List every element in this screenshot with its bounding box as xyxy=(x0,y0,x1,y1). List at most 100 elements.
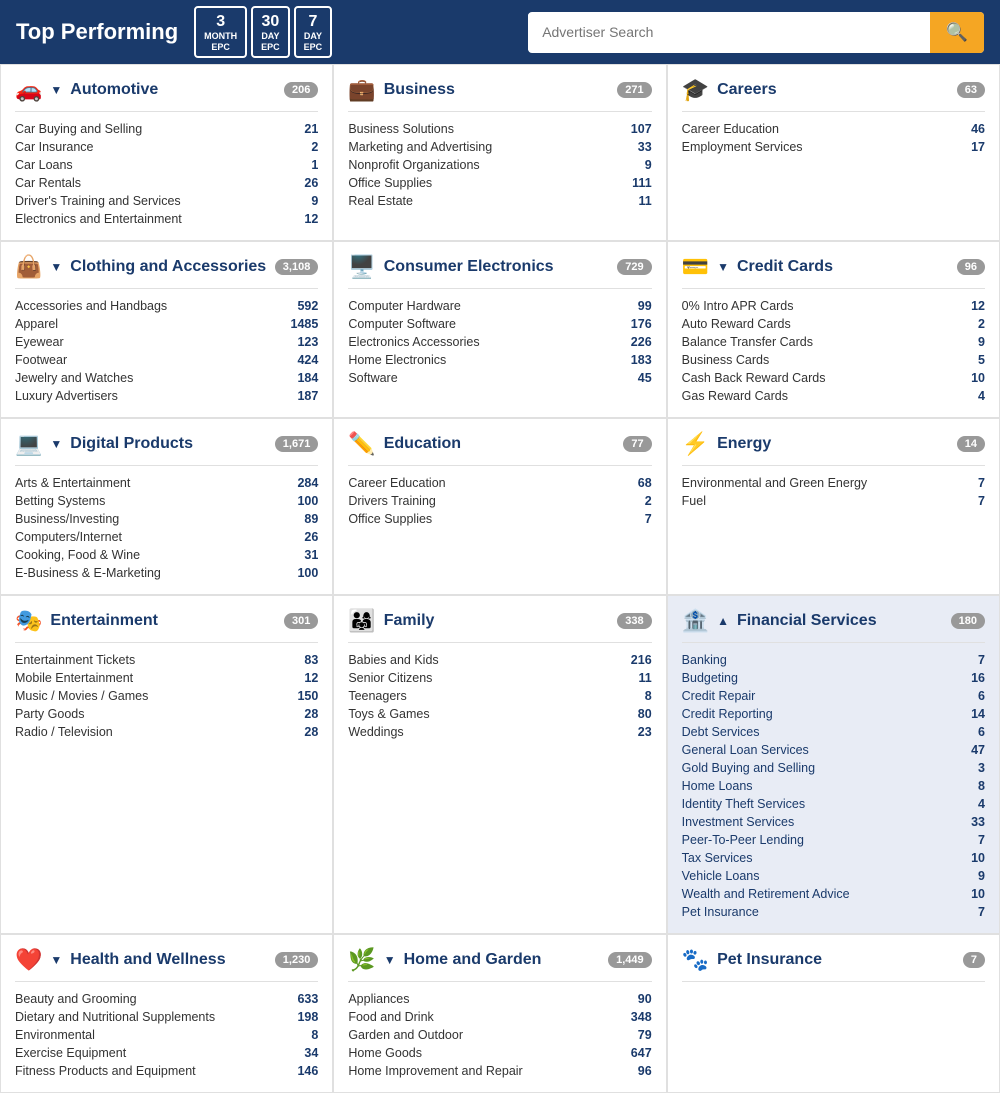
list-item[interactable]: Balance Transfer Cards9 xyxy=(682,333,985,351)
pet-insurance-title[interactable]: Pet Insurance xyxy=(717,951,822,969)
list-item[interactable]: Cooking, Food & Wine31 xyxy=(15,546,318,564)
list-item[interactable]: Debt Services6 xyxy=(682,723,985,741)
list-item[interactable]: Arts & Entertainment284 xyxy=(15,474,318,492)
list-item[interactable]: Banking7 xyxy=(682,651,985,669)
list-item[interactable]: Office Supplies7 xyxy=(348,510,651,528)
list-item[interactable]: Computer Software176 xyxy=(348,315,651,333)
list-item[interactable]: Career Education46 xyxy=(682,120,985,138)
financial-services-title[interactable]: Financial Services xyxy=(737,612,877,630)
list-item[interactable]: Tax Services10 xyxy=(682,849,985,867)
search-input[interactable] xyxy=(528,14,929,50)
list-item[interactable]: Radio / Television28 xyxy=(15,723,318,741)
list-item[interactable]: Nonprofit Organizations9 xyxy=(348,156,651,174)
list-item[interactable]: Career Education68 xyxy=(348,474,651,492)
list-item[interactable]: Betting Systems100 xyxy=(15,492,318,510)
list-item[interactable]: Marketing and Advertising33 xyxy=(348,138,651,156)
list-item[interactable]: Electronics Accessories226 xyxy=(348,333,651,351)
list-item[interactable]: Accessories and Handbags592 xyxy=(15,297,318,315)
health-wellness-title[interactable]: Health and Wellness xyxy=(70,951,225,969)
list-item[interactable]: Cash Back Reward Cards10 xyxy=(682,369,985,387)
clothing-toggle[interactable]: ▼ xyxy=(50,260,62,274)
home-garden-title[interactable]: Home and Garden xyxy=(404,951,542,969)
list-item[interactable]: Gas Reward Cards4 xyxy=(682,387,985,405)
family-title[interactable]: Family xyxy=(384,612,435,630)
list-item[interactable]: Party Goods28 xyxy=(15,705,318,723)
3-month-epc-button[interactable]: 3MONTHEPC xyxy=(194,6,247,59)
list-item[interactable]: Peer-To-Peer Lending7 xyxy=(682,831,985,849)
list-item[interactable]: Babies and Kids216 xyxy=(348,651,651,669)
search-button[interactable]: 🔍 xyxy=(930,12,984,53)
list-item[interactable]: Home Goods647 xyxy=(348,1044,651,1062)
home-garden-toggle[interactable]: ▼ xyxy=(384,953,396,967)
list-item[interactable]: Office Supplies111 xyxy=(348,174,651,192)
automotive-title[interactable]: Automotive xyxy=(70,81,158,99)
list-item[interactable]: Electronics and Entertainment12 xyxy=(15,210,318,228)
list-item[interactable]: Dietary and Nutritional Supplements198 xyxy=(15,1008,318,1026)
list-item[interactable]: Drivers Training2 xyxy=(348,492,651,510)
list-item[interactable]: Senior Citizens11 xyxy=(348,669,651,687)
list-item[interactable]: Car Rentals26 xyxy=(15,174,318,192)
list-item[interactable]: Mobile Entertainment12 xyxy=(15,669,318,687)
list-item[interactable]: Computer Hardware99 xyxy=(348,297,651,315)
list-item[interactable]: Driver's Training and Services9 xyxy=(15,192,318,210)
list-item[interactable]: Business Solutions107 xyxy=(348,120,651,138)
entertainment-title[interactable]: Entertainment xyxy=(50,612,158,630)
list-item[interactable]: Car Buying and Selling21 xyxy=(15,120,318,138)
list-item[interactable]: Gold Buying and Selling3 xyxy=(682,759,985,777)
education-title[interactable]: Education xyxy=(384,435,461,453)
list-item[interactable]: Garden and Outdoor79 xyxy=(348,1026,651,1044)
health-wellness-toggle[interactable]: ▼ xyxy=(50,953,62,967)
credit-cards-title[interactable]: Credit Cards xyxy=(737,258,833,276)
energy-title[interactable]: Energy xyxy=(717,435,771,453)
business-title[interactable]: Business xyxy=(384,81,455,99)
list-item[interactable]: E-Business & E-Marketing100 xyxy=(15,564,318,582)
list-item[interactable]: Entertainment Tickets83 xyxy=(15,651,318,669)
list-item[interactable]: Car Loans1 xyxy=(15,156,318,174)
list-item[interactable]: Jewelry and Watches184 xyxy=(15,369,318,387)
list-item[interactable]: Auto Reward Cards2 xyxy=(682,315,985,333)
list-item[interactable]: Business Cards5 xyxy=(682,351,985,369)
list-item[interactable]: General Loan Services47 xyxy=(682,741,985,759)
list-item[interactable]: Investment Services33 xyxy=(682,813,985,831)
list-item[interactable]: Home Improvement and Repair96 xyxy=(348,1062,651,1080)
clothing-title[interactable]: Clothing and Accessories xyxy=(70,258,266,276)
credit-cards-toggle[interactable]: ▼ xyxy=(717,260,729,274)
list-item[interactable]: Food and Drink348 xyxy=(348,1008,651,1026)
list-item[interactable]: Car Insurance2 xyxy=(15,138,318,156)
30-day-epc-button[interactable]: 30DAYEPC xyxy=(251,6,290,59)
list-item[interactable]: Eyewear123 xyxy=(15,333,318,351)
list-item[interactable]: Beauty and Grooming633 xyxy=(15,990,318,1008)
7-day-epc-button[interactable]: 7DAYEPC xyxy=(294,6,333,59)
list-item[interactable]: Computers/Internet26 xyxy=(15,528,318,546)
list-item[interactable]: Budgeting16 xyxy=(682,669,985,687)
list-item[interactable]: Software45 xyxy=(348,369,651,387)
digital-products-title[interactable]: Digital Products xyxy=(70,435,193,453)
list-item[interactable]: Environmental8 xyxy=(15,1026,318,1044)
list-item[interactable]: Teenagers8 xyxy=(348,687,651,705)
automotive-toggle[interactable]: ▼ xyxy=(50,83,62,97)
careers-title[interactable]: Careers xyxy=(717,81,777,99)
list-item[interactable]: Wealth and Retirement Advice10 xyxy=(682,885,985,903)
list-item[interactable]: Home Electronics183 xyxy=(348,351,651,369)
digital-products-toggle[interactable]: ▼ xyxy=(50,437,62,451)
list-item[interactable]: Exercise Equipment34 xyxy=(15,1044,318,1062)
list-item[interactable]: Luxury Advertisers187 xyxy=(15,387,318,405)
list-item[interactable]: Business/Investing89 xyxy=(15,510,318,528)
list-item[interactable]: Appliances90 xyxy=(348,990,651,1008)
consumer-electronics-title[interactable]: Consumer Electronics xyxy=(384,258,554,276)
list-item[interactable]: Employment Services17 xyxy=(682,138,985,156)
list-item[interactable]: Home Loans8 xyxy=(682,777,985,795)
list-item[interactable]: Credit Reporting14 xyxy=(682,705,985,723)
list-item[interactable]: Environmental and Green Energy7 xyxy=(682,474,985,492)
list-item[interactable]: Vehicle Loans9 xyxy=(682,867,985,885)
list-item[interactable]: Real Estate11 xyxy=(348,192,651,210)
list-item[interactable]: Pet Insurance7 xyxy=(682,903,985,921)
financial-services-toggle[interactable]: ▲ xyxy=(717,614,729,628)
list-item[interactable]: Toys & Games80 xyxy=(348,705,651,723)
list-item[interactable]: Weddings23 xyxy=(348,723,651,741)
list-item[interactable]: Footwear424 xyxy=(15,351,318,369)
list-item[interactable]: Credit Repair6 xyxy=(682,687,985,705)
list-item[interactable]: Fuel7 xyxy=(682,492,985,510)
list-item[interactable]: 0% Intro APR Cards12 xyxy=(682,297,985,315)
list-item[interactable]: Music / Movies / Games150 xyxy=(15,687,318,705)
